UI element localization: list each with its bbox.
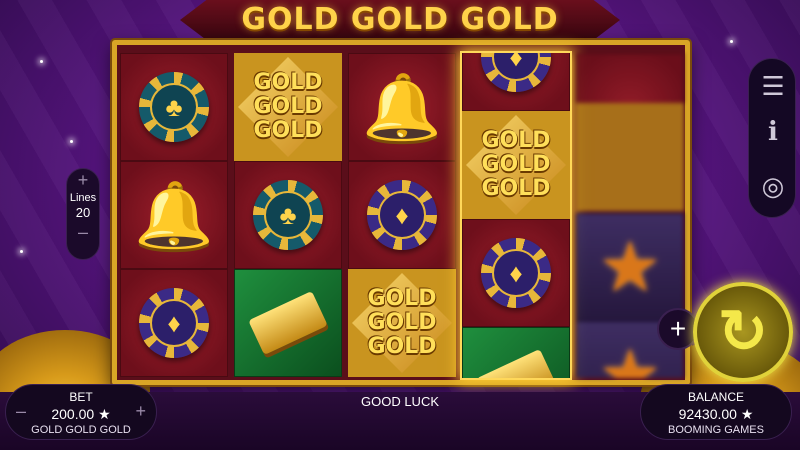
status-message: GOOD LUCK — [360, 394, 439, 409]
symbol-cell — [462, 327, 570, 378]
club-icon: ♣ — [264, 191, 312, 239]
bet-decrease-button[interactable]: – — [16, 401, 26, 422]
star-icon: ★ — [598, 228, 662, 306]
lines-panel: + Lines 20 – — [66, 168, 100, 260]
gold-bar-icon — [476, 348, 556, 378]
reel-4: ♦ GOLD GOLD GOLD ♦ — [460, 51, 572, 380]
chip-symbol: ♦ — [481, 238, 551, 308]
reel-2: GOLD GOLD GOLD ♣ — [234, 53, 342, 378]
balance-label: BALANCE — [687, 390, 745, 404]
symbol-cell — [576, 103, 684, 211]
bet-value: 200.00 ★ — [51, 406, 111, 422]
gold-gold-gold-symbol: GOLD GOLD GOLD — [348, 269, 456, 377]
lines-value: 20 — [75, 205, 91, 220]
sparkle — [20, 250, 23, 253]
symbol-cell: GOLD GOLD GOLD — [234, 53, 342, 161]
chip-symbol: ♦ — [139, 288, 209, 358]
chip-symbol: ♦ — [481, 53, 551, 92]
symbol-cell: ♣ — [120, 53, 228, 161]
chip-symbol: ♣ — [139, 72, 209, 142]
balance-value: 92430.00 ★ — [678, 406, 754, 422]
lines-increase-button[interactable]: + — [67, 169, 99, 191]
game-name: GOLD GOLD GOLD — [31, 424, 131, 436]
sparkle — [40, 60, 43, 63]
provider-name: BOOMING GAMES — [668, 424, 764, 436]
gold-bar-icon — [248, 290, 328, 356]
reels-frame: ♣ 🔔 ♦ GOLD GOLD GOLD ♣ 🔔 ♦ GOLD GOLD GOL… — [112, 40, 690, 385]
symbol-cell: ♣ — [234, 161, 342, 269]
symbol-cell — [234, 269, 342, 377]
lines-decrease-button[interactable]: – — [67, 221, 99, 243]
bell-icon: 🔔 — [362, 70, 442, 143]
diamond-icon: ♦ — [492, 249, 540, 297]
chip-symbol: ♣ — [253, 180, 323, 250]
coins-icon[interactable]: ◎ — [749, 163, 797, 209]
spin-button[interactable]: ↻ — [693, 282, 793, 382]
symbol-cell: GOLD GOLD GOLD — [348, 269, 456, 377]
diamond-icon: ♦ — [150, 299, 198, 347]
gold-gold-gold-symbol: GOLD GOLD GOLD — [234, 53, 342, 161]
gold-gold-gold-symbol: GOLD GOLD GOLD — [462, 111, 570, 219]
symbol-cell: ♦ — [462, 219, 570, 327]
reel-3: 🔔 ♦ GOLD GOLD GOLD — [348, 53, 456, 378]
diamond-icon: ♦ — [492, 53, 540, 81]
symbol-cell: ♦ — [120, 269, 228, 377]
bet-label: BET — [69, 390, 93, 404]
chip-symbol: ♦ — [367, 180, 437, 250]
symbol-cell: ★ — [576, 213, 684, 321]
symbol-cell: 🔔 — [120, 161, 228, 269]
symbol-cell: ♦ — [348, 161, 456, 269]
diamond-icon: ♦ — [378, 191, 426, 239]
symbol-cell: ♦ — [462, 53, 570, 111]
symbol-cell: 🔔 — [348, 53, 456, 161]
bet-increase-button[interactable]: + — [135, 401, 146, 422]
menu-icon[interactable]: ☰ — [749, 63, 797, 109]
lines-label: Lines — [69, 192, 97, 204]
bell-icon: 🔔 — [134, 178, 214, 251]
club-icon: ♣ — [150, 83, 198, 131]
balance-panel: BALANCE 92430.00 ★ BOOMING GAMES — [640, 384, 792, 440]
star-icon: ★ — [598, 336, 662, 378]
symbol-cell: GOLD GOLD GOLD — [462, 111, 570, 219]
game-title: GOLD GOLD GOLD — [241, 2, 559, 37]
sparkle — [730, 40, 733, 43]
bet-panel: – BET 200.00 ★ GOLD GOLD GOLD + — [5, 384, 157, 440]
reel-1: ♣ 🔔 ♦ — [120, 53, 228, 378]
side-menu: ☰ i ◎ — [748, 58, 796, 218]
sparkle — [70, 140, 73, 143]
info-icon[interactable]: i — [749, 109, 797, 155]
